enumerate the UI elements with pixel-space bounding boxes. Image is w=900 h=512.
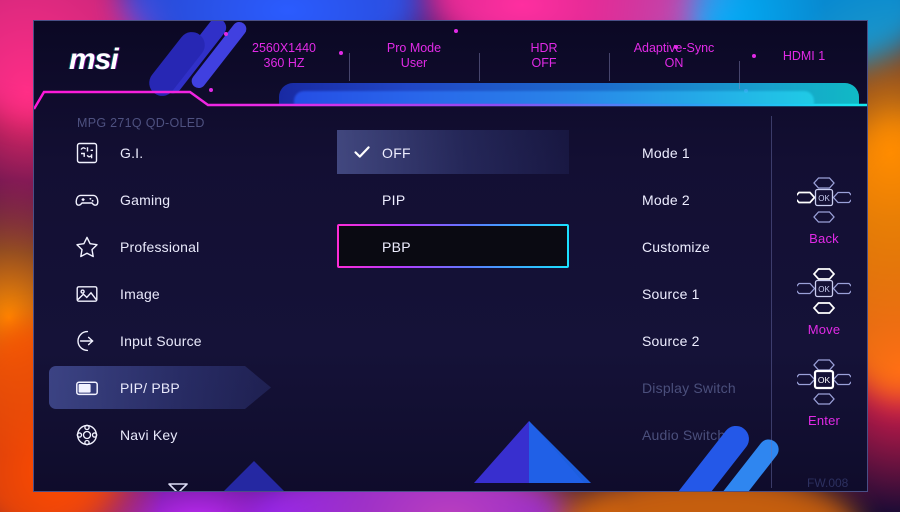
star-icon	[72, 232, 102, 262]
osd-header: msi 2560X1440 360 HZ Pro Mode User HDR O…	[34, 21, 867, 91]
status-resolution: 2560X1440 360 HZ	[219, 41, 349, 71]
status-refresh-value: 360 HZ	[263, 56, 305, 70]
sidebar-item-label: Gaming	[120, 191, 171, 208]
gi-maze-icon	[72, 138, 102, 168]
svg-text:OK: OK	[818, 194, 830, 203]
nav-button-enter[interactable]: OK Enter	[779, 353, 867, 428]
sidebar-item-input-source[interactable]: Input Source	[49, 317, 289, 364]
sidebar-item-label: Input Source	[120, 332, 202, 349]
joystick-updown-icon: OK	[779, 262, 867, 320]
status-hdr: HDR OFF	[479, 41, 609, 81]
input-arrow-icon	[72, 326, 102, 356]
status-adaptive-sync-label: Adaptive-Sync	[633, 41, 715, 55]
option-label: PBP	[382, 238, 411, 255]
status-pro-mode-label: Pro Mode	[386, 41, 442, 55]
navi-key-icon	[72, 420, 102, 450]
sidebar-item-professional[interactable]: Professional	[49, 223, 289, 270]
option-pip[interactable]: PIP	[302, 176, 547, 223]
sidebar-item-label: Image	[120, 285, 160, 302]
svg-text:OK: OK	[818, 285, 830, 294]
option-highlight	[337, 177, 569, 221]
osd-content: G.I. Gaming Professional Image Input Sou…	[34, 121, 867, 491]
osd-panel: msi 2560X1440 360 HZ Pro Mode User HDR O…	[33, 20, 868, 492]
option-focus-border	[337, 224, 569, 268]
sidebar-item-label: Navi Key	[120, 426, 178, 443]
chevron-down-icon[interactable]	[167, 481, 189, 491]
desktop-wallpaper: msi 2560X1440 360 HZ Pro Mode User HDR O…	[0, 0, 900, 512]
sidebar-item-navi-key[interactable]: Navi Key	[49, 411, 289, 458]
option-label: OFF	[382, 144, 411, 161]
status-adaptive-sync-value: ON	[664, 56, 684, 70]
sidebar: G.I. Gaming Professional Image Input Sou…	[49, 129, 289, 491]
nav-button-label: Move	[807, 322, 841, 337]
option-label: PIP	[382, 191, 406, 208]
status-input-value: HDMI 1	[782, 48, 826, 63]
nav-button-column: OK Back OK Move OK Enter	[779, 171, 867, 444]
sidebar-item-label: G.I.	[120, 144, 144, 161]
sidebar-item-label: PIP/ PBP	[120, 379, 180, 396]
status-hdr-label: HDR	[530, 41, 558, 55]
nav-button-label: Back	[809, 231, 839, 246]
nav-button-label: Enter	[807, 413, 841, 428]
status-hdr-value: OFF	[531, 56, 557, 70]
pip-pbp-icon	[72, 373, 102, 403]
option-pbp[interactable]: PBP	[302, 223, 567, 270]
status-resolution-value: 2560X1440	[252, 41, 316, 55]
gamepad-icon	[72, 185, 102, 215]
picture-icon	[72, 279, 102, 309]
option-off[interactable]: OFF	[302, 129, 569, 176]
sidebar-item-pip-pbp[interactable]: PIP/ PBP	[49, 364, 289, 411]
nav-button-move[interactable]: OK Move	[779, 262, 867, 337]
sidebar-item-label: Professional	[120, 238, 200, 255]
check-icon	[352, 142, 372, 162]
option-column: OFF PIP PBP	[302, 129, 569, 270]
firmware-version: FW.008	[807, 476, 849, 490]
sidebar-item-image[interactable]: Image	[49, 270, 289, 317]
sidebar-item-gaming[interactable]: Gaming	[49, 176, 289, 223]
joystick-left-icon: OK	[779, 171, 867, 229]
status-adaptive-sync: Adaptive-Sync ON	[609, 41, 739, 81]
msi-logo: msi	[69, 43, 119, 76]
nav-column-divider	[771, 116, 772, 488]
header-divider	[34, 83, 867, 115]
nav-button-back[interactable]: OK Back	[779, 171, 867, 246]
status-input: HDMI 1	[739, 48, 867, 89]
status-pro-mode: Pro Mode User	[349, 41, 479, 81]
status-pro-mode-value: User	[400, 56, 428, 70]
joystick-press-icon: OK	[779, 353, 867, 411]
submenu-item-mode-1[interactable]: Mode 1	[609, 129, 809, 176]
status-strip: 2560X1440 360 HZ Pro Mode User HDR OFF A…	[219, 21, 867, 91]
svg-text:OK: OK	[818, 375, 831, 385]
header-divider-line	[34, 90, 867, 110]
sidebar-item-gi[interactable]: G.I.	[49, 129, 289, 176]
